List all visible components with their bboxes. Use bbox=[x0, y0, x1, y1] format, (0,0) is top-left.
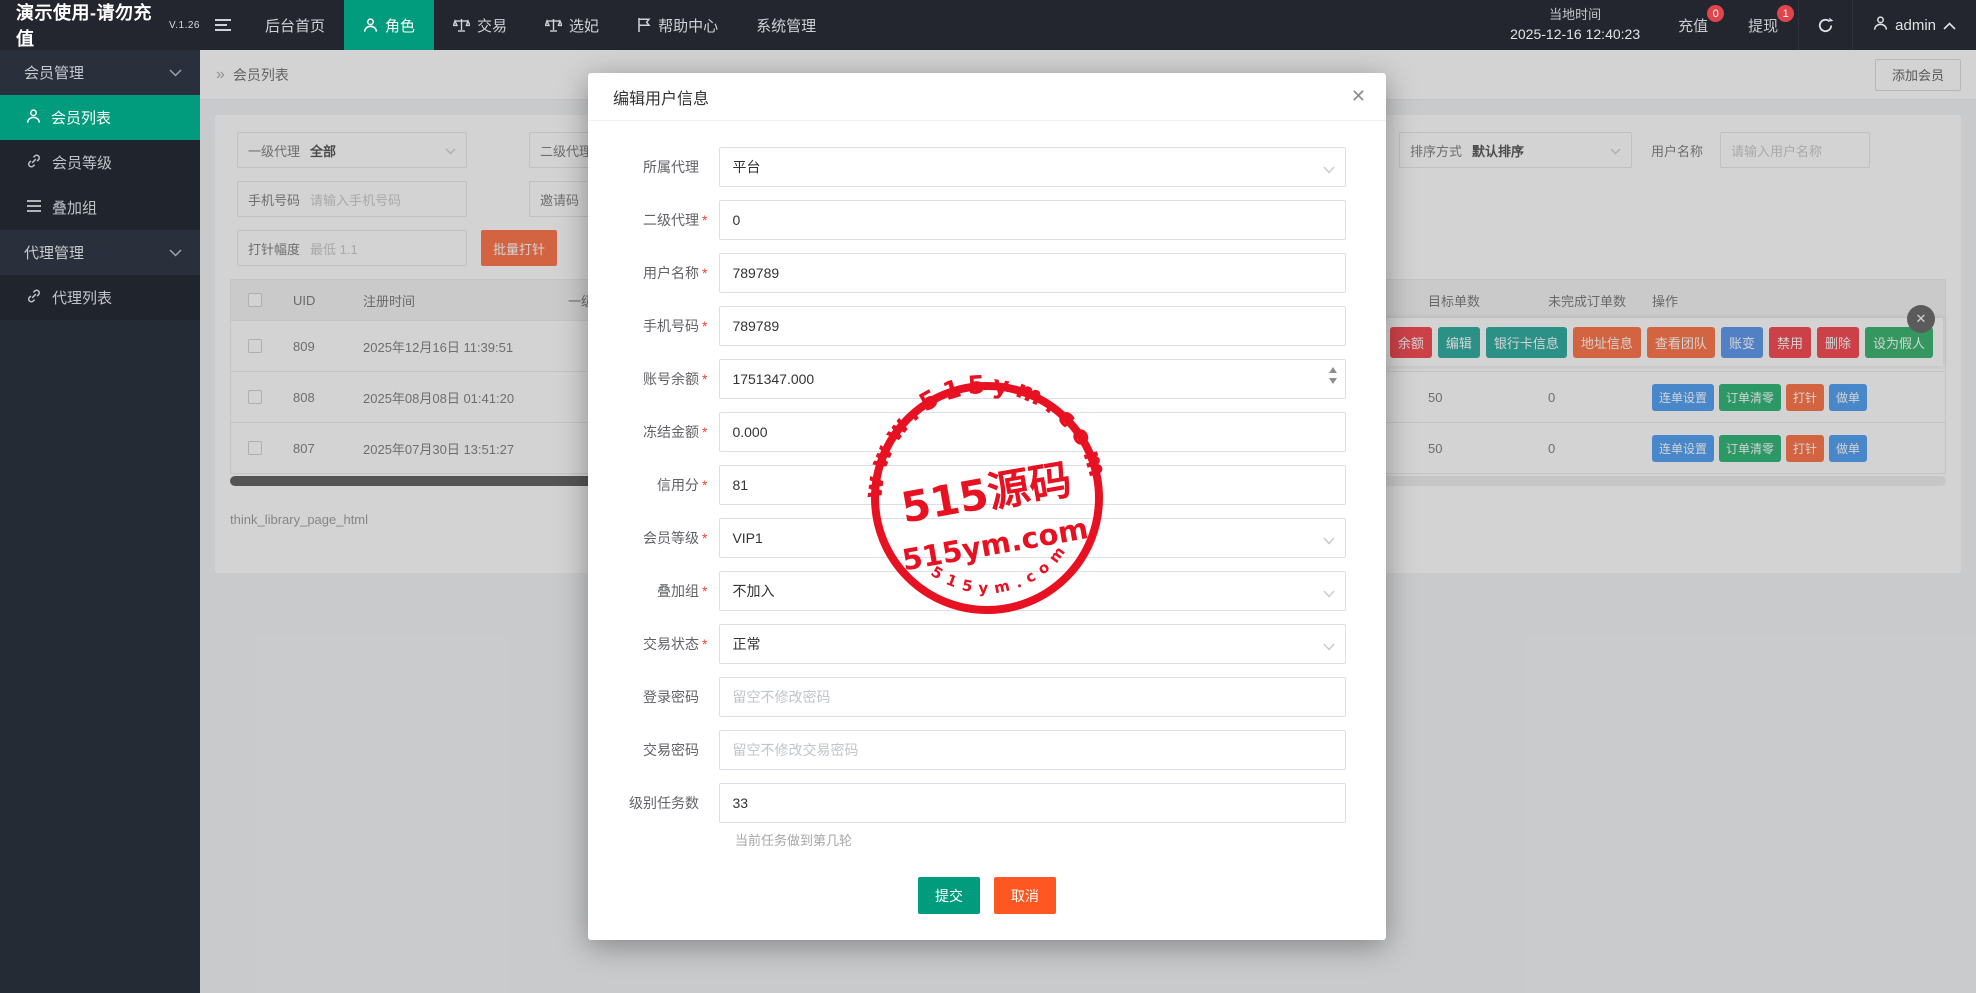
submit-button[interactable]: 提交 bbox=[918, 877, 980, 914]
phone-input[interactable]: 789789 bbox=[719, 306, 1346, 346]
person-icon bbox=[363, 17, 378, 33]
trade-status-select[interactable]: 正常 bbox=[719, 624, 1346, 664]
nav-help-center[interactable]: 帮助中心 bbox=[618, 0, 737, 50]
app-title: 演示使用-请勿充值 V.1.26 bbox=[0, 0, 200, 50]
stack-group-select[interactable]: 不加入 bbox=[719, 571, 1346, 611]
field-trade-password: 交易密码* 留空不修改交易密码 bbox=[613, 730, 1346, 770]
local-time-label: 当地时间 bbox=[1549, 5, 1601, 25]
level-task-count-input[interactable]: 33 bbox=[719, 783, 1346, 823]
frozen-amount-input[interactable]: 0.000 bbox=[719, 412, 1346, 452]
edit-user-modal: 编辑用户信息 ✕ 所属代理* 平台 二级代理* 0 用户名称* 789789 手… bbox=[588, 73, 1386, 940]
field-balance: 账号余额* 1751347.000 bbox=[613, 359, 1346, 399]
local-time-value: 2025-12-16 12:40:23 bbox=[1510, 24, 1640, 45]
nav-roles[interactable]: 角色 bbox=[344, 0, 434, 50]
member-level-select[interactable]: VIP1 bbox=[719, 518, 1346, 558]
scales-icon bbox=[545, 17, 562, 33]
trade-password-input[interactable]: 留空不修改交易密码 bbox=[719, 730, 1346, 770]
number-stepper[interactable] bbox=[1329, 367, 1337, 384]
top-navbar: 演示使用-请勿充值 V.1.26 后台首页 角色 交易 选妃 帮助中心 系统管理… bbox=[0, 0, 1976, 50]
sidebar-item-agent-list[interactable]: 代理列表 bbox=[0, 275, 200, 320]
sidebar-item-stack-group[interactable]: 叠加组 bbox=[0, 185, 200, 230]
user-menu[interactable]: admin bbox=[1852, 0, 1976, 50]
sidebar-group-agent-management[interactable]: 代理管理 bbox=[0, 230, 200, 275]
list-icon bbox=[26, 199, 42, 217]
second-agent-input[interactable]: 0 bbox=[719, 200, 1346, 240]
field-credit-score: 信用分* 81 bbox=[613, 465, 1346, 505]
field-username: 用户名称* 789789 bbox=[613, 253, 1346, 293]
withdraw-button[interactable]: 提现 1 bbox=[1728, 0, 1798, 50]
sidebar-item-member-level[interactable]: 会员等级 bbox=[0, 140, 200, 185]
chevron-down-icon bbox=[1323, 585, 1335, 601]
parent-agent-select[interactable]: 平台 bbox=[719, 147, 1346, 187]
level-task-helper: 当前任务做到第几轮 bbox=[735, 830, 1346, 849]
link-icon bbox=[26, 288, 42, 308]
chevron-up-icon bbox=[1943, 17, 1956, 34]
refresh-icon[interactable] bbox=[1798, 0, 1852, 50]
app-version: V.1.26 bbox=[169, 20, 200, 31]
withdraw-badge: 1 bbox=[1777, 5, 1794, 22]
sidebar-group-member-management[interactable]: 会员管理 bbox=[0, 50, 200, 95]
field-trade-status: 交易状态* 正常 bbox=[613, 624, 1346, 664]
balance-input[interactable]: 1751347.000 bbox=[719, 359, 1346, 399]
nav-trade[interactable]: 交易 bbox=[434, 0, 526, 50]
login-password-input[interactable]: 留空不修改密码 bbox=[719, 677, 1346, 717]
nav-dashboard[interactable]: 后台首页 bbox=[246, 0, 344, 50]
nav-select[interactable]: 选妃 bbox=[526, 0, 618, 50]
modal-footer: 提交 取消 bbox=[588, 863, 1386, 940]
field-frozen-amount: 冻结金额* 0.000 bbox=[613, 412, 1346, 452]
cancel-button[interactable]: 取消 bbox=[994, 877, 1056, 914]
local-time: 当地时间 2025-12-16 12:40:23 bbox=[1492, 0, 1658, 50]
field-member-level: 会员等级* VIP1 bbox=[613, 518, 1346, 558]
flag-icon bbox=[637, 17, 651, 33]
field-parent-agent: 所属代理* 平台 bbox=[613, 147, 1346, 187]
close-icon[interactable]: ✕ bbox=[1351, 86, 1366, 107]
app-title-text: 演示使用-请勿充值 bbox=[16, 0, 166, 51]
chevron-down-icon bbox=[1323, 161, 1335, 177]
field-second-agent: 二级代理* 0 bbox=[613, 200, 1346, 240]
recharge-badge: 0 bbox=[1707, 5, 1724, 22]
credit-score-input[interactable]: 81 bbox=[719, 465, 1346, 505]
field-phone: 手机号码* 789789 bbox=[613, 306, 1346, 346]
sidebar-item-member-list[interactable]: 会员列表 bbox=[0, 95, 200, 140]
sidebar: 会员管理 会员列表 会员等级 叠加组 代理管理 代理列表 bbox=[0, 50, 200, 993]
field-login-password: 登录密码* 留空不修改密码 bbox=[613, 677, 1346, 717]
username: admin bbox=[1895, 17, 1936, 34]
person-icon bbox=[26, 108, 41, 128]
username-input[interactable]: 789789 bbox=[719, 253, 1346, 293]
hamburger-icon[interactable] bbox=[200, 0, 246, 50]
modal-title: 编辑用户信息 bbox=[613, 85, 709, 109]
chevron-down-icon bbox=[1323, 638, 1335, 654]
chevron-down-icon bbox=[1323, 532, 1335, 548]
recharge-button[interactable]: 充值 0 bbox=[1658, 0, 1728, 50]
modal-body: 所属代理* 平台 二级代理* 0 用户名称* 789789 手机号码* 7897… bbox=[588, 121, 1386, 849]
chevron-down-icon bbox=[169, 244, 182, 261]
field-stack-group: 叠加组* 不加入 bbox=[613, 571, 1346, 611]
modal-header: 编辑用户信息 ✕ bbox=[588, 73, 1386, 121]
field-level-task-count: 级别任务数* 33 bbox=[613, 783, 1346, 823]
scales-icon bbox=[453, 17, 470, 33]
person-icon bbox=[1873, 15, 1888, 35]
nav-system[interactable]: 系统管理 bbox=[737, 0, 835, 50]
chevron-down-icon bbox=[169, 64, 182, 81]
link-icon bbox=[26, 153, 42, 173]
